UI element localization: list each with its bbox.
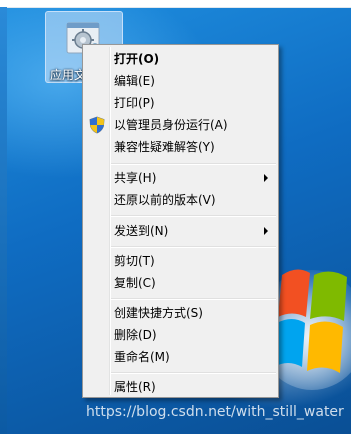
menu-item-label: 删除(D) [114,328,157,342]
context-menu: 打开(O) 编辑(E) 打印(P) 以管理员身份运行(A) 兼容性疑难解答(Y)… [82,44,279,398]
menu-item-send-to[interactable]: 发送到(N) [85,220,276,242]
menu-item-copy[interactable]: 复制(C) [85,272,276,294]
menu-item-properties[interactable]: 属性(R) [85,376,276,398]
menu-item-label: 创建快捷方式(S) [114,306,203,320]
menu-item-label: 打开(O) [114,52,160,66]
menu-item-label: 复制(C) [114,276,156,290]
menu-item-label: 打印(P) [114,96,155,110]
menu-item-label: 剪切(T) [114,254,155,268]
menu-item-label: 重命名(M) [114,350,170,364]
menu-item-rename[interactable]: 重命名(M) [85,346,276,368]
menu-item-restore-versions[interactable]: 还原以前的版本(V) [85,189,276,211]
menu-item-edit[interactable]: 编辑(E) [85,70,276,92]
menu-item-label: 编辑(E) [114,74,155,88]
menu-separator [111,246,276,248]
watermark-text: https://blog.csdn.net/with_still_water [86,404,344,420]
menu-separator [111,163,276,165]
menu-item-cut[interactable]: 剪切(T) [85,250,276,272]
submenu-arrow-icon [264,174,268,182]
menu-item-label: 共享(H) [114,171,157,185]
uac-shield-icon [89,116,105,134]
menu-item-delete[interactable]: 删除(D) [85,324,276,346]
desktop-left-strip [0,7,7,434]
menu-separator [111,372,276,374]
menu-item-label: 以管理员身份运行(A) [114,118,228,132]
menu-item-compatibility[interactable]: 兼容性疑难解答(Y) [85,136,276,158]
menu-item-open[interactable]: 打开(O) [85,48,276,70]
menu-item-label: 发送到(N) [114,224,169,238]
menu-item-share[interactable]: 共享(H) [85,167,276,189]
menu-item-run-as-admin[interactable]: 以管理员身份运行(A) [85,114,276,136]
menu-item-label: 兼容性疑难解答(Y) [114,140,215,154]
window-edge [0,0,351,8]
menu-item-print[interactable]: 打印(P) [85,92,276,114]
menu-separator [111,215,276,217]
menu-item-label: 还原以前的版本(V) [114,193,216,207]
menu-item-label: 属性(R) [114,380,156,394]
submenu-arrow-icon [264,227,268,235]
menu-separator [111,298,276,300]
menu-item-create-shortcut[interactable]: 创建快捷方式(S) [85,302,276,324]
